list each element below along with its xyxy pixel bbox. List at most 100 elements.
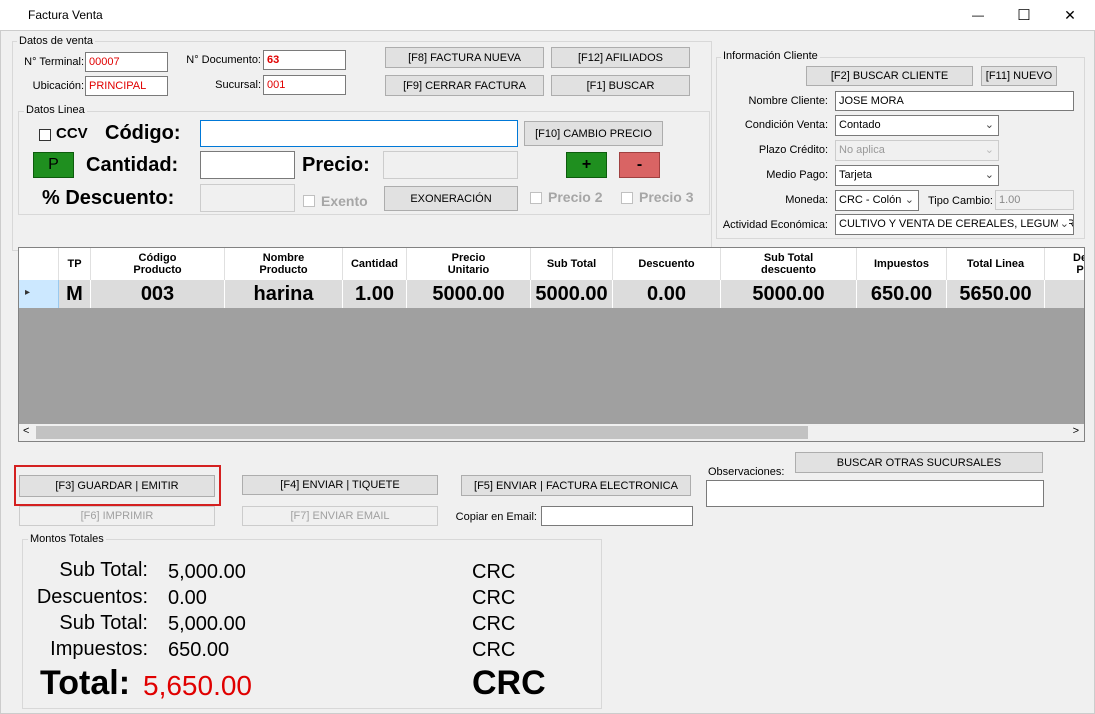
- subtotal-currency: CRC: [472, 561, 516, 583]
- column-header-descuento[interactable]: Descuento: [613, 248, 721, 280]
- exoneracion-button[interactable]: EXONERACIÓN: [384, 186, 518, 211]
- precio-label: Precio:: [302, 154, 370, 176]
- table-row[interactable]: ▸ M 003 harina 1.00 5000.00 5000.00 0.00…: [19, 280, 1084, 308]
- invoice-lines-grid[interactable]: TP Código Producto Nombre Producto Canti…: [18, 247, 1085, 442]
- minimize-icon: —: [972, 8, 984, 22]
- exento-checkbox[interactable]: [303, 195, 315, 207]
- column-header-extra[interactable]: De P: [1045, 248, 1084, 280]
- actividad-select[interactable]: CULTIVO Y VENTA DE CEREALES, LEGUMBRES ⌄: [835, 214, 1074, 235]
- plazo-credito-label: Plazo Crédito:: [758, 144, 828, 156]
- scroll-right-icon[interactable]: >: [1073, 425, 1079, 437]
- chevron-down-icon: ⌄: [984, 169, 994, 181]
- condicion-venta-value: Contado: [839, 119, 881, 131]
- precio3-checkbox[interactable]: [621, 192, 633, 204]
- ccv-checkbox[interactable]: [39, 129, 51, 141]
- enviar-tiquete-button[interactable]: [F4] ENVIAR | TIQUETE: [242, 475, 438, 495]
- datos-linea-label: Datos Linea: [24, 104, 87, 116]
- precio-input[interactable]: [383, 151, 518, 179]
- total-value: 5,650.00: [143, 670, 252, 701]
- enviar-factura-button[interactable]: [F5] ENVIAR | FACTURA ELECTRONICA: [461, 475, 691, 496]
- impuestos-label: Impuestos:: [50, 638, 148, 660]
- buscar-cliente-button[interactable]: [F2] BUSCAR CLIENTE: [806, 66, 973, 86]
- precio3-label: Precio 3: [639, 189, 694, 205]
- moneda-label: Moneda:: [785, 194, 828, 206]
- add-line-button[interactable]: +: [566, 152, 607, 178]
- subtotal2-value: 5,000.00: [168, 613, 246, 635]
- cell-extra[interactable]: [1045, 280, 1084, 308]
- column-header-cantidad[interactable]: Cantidad: [343, 248, 407, 280]
- maximize-icon: ☐: [1017, 7, 1031, 24]
- cell-subtotal-descuento[interactable]: 5000.00: [721, 280, 857, 308]
- descuento-label: % Descuento:: [42, 187, 175, 209]
- grid-header: TP Código Producto Nombre Producto Canti…: [19, 248, 1084, 280]
- scrollbar-thumb[interactable]: [36, 426, 808, 439]
- copiar-email-input[interactable]: [541, 506, 693, 526]
- column-header-codigo[interactable]: Código Producto: [91, 248, 225, 280]
- codigo-input[interactable]: [200, 120, 518, 147]
- cambio-precio-button[interactable]: [F10] CAMBIO PRECIO: [524, 121, 663, 146]
- cell-cantidad[interactable]: 1.00: [343, 280, 407, 308]
- cantidad-input[interactable]: [200, 151, 295, 179]
- subtotal-label: Sub Total:: [59, 559, 148, 581]
- column-header-tp[interactable]: TP: [59, 248, 91, 280]
- horizontal-scrollbar[interactable]: < >: [19, 424, 1084, 441]
- total-currency: CRC: [472, 664, 546, 702]
- sucursal-field[interactable]: 001: [263, 75, 346, 95]
- guardar-emitir-button[interactable]: [F3] GUARDAR | EMITIR: [19, 475, 215, 497]
- observaciones-input[interactable]: [706, 480, 1044, 507]
- remove-line-button[interactable]: -: [619, 152, 660, 178]
- enviar-email-button[interactable]: [F7] ENVIAR EMAIL: [242, 506, 438, 526]
- nuevo-cliente-button[interactable]: [F11] NUEVO: [981, 66, 1057, 86]
- plazo-credito-select[interactable]: No aplica ⌄: [835, 140, 999, 161]
- cell-impuestos[interactable]: 650.00: [857, 280, 947, 308]
- condicion-venta-label: Condición Venta:: [744, 119, 828, 131]
- descuento-input[interactable]: [200, 184, 295, 212]
- precio2-checkbox[interactable]: [530, 192, 542, 204]
- column-header-total-linea[interactable]: Total Linea: [947, 248, 1045, 280]
- subtotal2-label: Sub Total:: [59, 612, 148, 634]
- p-button[interactable]: P: [33, 152, 74, 178]
- cerrar-factura-button[interactable]: [F9] CERRAR FACTURA: [385, 75, 544, 96]
- cell-subtotal[interactable]: 5000.00: [531, 280, 613, 308]
- documento-field[interactable]: 63: [263, 50, 346, 70]
- tipo-cambio-field[interactable]: 1.00: [995, 190, 1074, 210]
- factura-nueva-button[interactable]: [F8] FACTURA NUEVA: [385, 47, 544, 68]
- cell-codigo[interactable]: 003: [91, 280, 225, 308]
- precio2-label: Precio 2: [548, 189, 603, 205]
- cell-total-linea[interactable]: 5650.00: [947, 280, 1045, 308]
- maximize-button[interactable]: ☐: [1001, 0, 1047, 30]
- afiliados-button[interactable]: [F12] AFILIADOS: [551, 47, 690, 68]
- row-selector[interactable]: ▸: [19, 280, 59, 308]
- cliente-label: Información Cliente: [721, 50, 820, 62]
- subtotal-value: 5,000.00: [168, 561, 246, 583]
- buscar-button[interactable]: [F1] BUSCAR: [551, 75, 690, 96]
- scroll-left-icon[interactable]: <: [23, 425, 29, 437]
- nombre-cliente-field[interactable]: JOSE MORA: [835, 91, 1074, 111]
- minimize-button[interactable]: —: [955, 0, 1001, 30]
- medio-pago-select[interactable]: Tarjeta ⌄: [835, 165, 999, 186]
- close-button[interactable]: ✕: [1047, 0, 1093, 30]
- cell-descuento[interactable]: 0.00: [613, 280, 721, 308]
- descuentos-label: Descuentos:: [36, 586, 148, 608]
- totales-label: Montos Totales: [28, 533, 106, 545]
- subtotal2-currency: CRC: [472, 613, 516, 635]
- terminal-field[interactable]: 00007: [85, 52, 168, 72]
- cell-nombre[interactable]: harina: [225, 280, 343, 308]
- sucursal-label: Sucursal:: [215, 79, 261, 91]
- ubicacion-field[interactable]: PRINCIPAL: [85, 76, 168, 96]
- moneda-select[interactable]: CRC - Colón ⌄: [835, 190, 919, 211]
- buscar-sucursales-button[interactable]: BUSCAR OTRAS SUCURSALES: [795, 452, 1043, 473]
- exento-label: Exento: [321, 193, 368, 209]
- chevron-down-icon: ⌄: [1057, 217, 1069, 232]
- cell-tp[interactable]: M: [59, 280, 91, 308]
- column-header-subtotal[interactable]: Sub Total: [531, 248, 613, 280]
- column-header-precio[interactable]: Precio Unitario: [407, 248, 531, 280]
- column-header-nombre[interactable]: Nombre Producto: [225, 248, 343, 280]
- condicion-venta-select[interactable]: Contado ⌄: [835, 115, 999, 136]
- cantidad-label: Cantidad:: [86, 154, 179, 176]
- column-header-subtotal-descuento[interactable]: Sub Total descuento: [721, 248, 857, 280]
- column-header-impuestos[interactable]: Impuestos: [857, 248, 947, 280]
- cell-precio[interactable]: 5000.00: [407, 280, 531, 308]
- imprimir-button[interactable]: [F6] IMPRIMIR: [19, 506, 215, 526]
- plazo-credito-value: No aplica: [839, 144, 885, 156]
